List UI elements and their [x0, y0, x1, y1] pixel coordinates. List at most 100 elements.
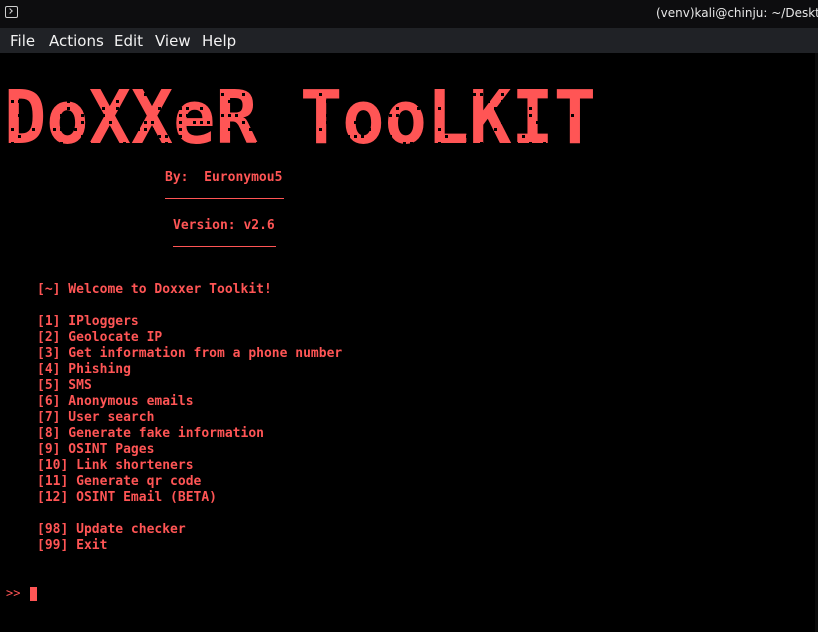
banner-pixel-gap [354, 121, 357, 124]
banner-pixel-gap [459, 114, 462, 117]
banner-pixel-gap [557, 100, 560, 103]
banner-pixel-gap [368, 86, 371, 89]
banner-pixel-gap [116, 100, 119, 103]
banner-pixel-gap [60, 142, 63, 145]
banner-pixel-gap [368, 79, 371, 82]
banner-pixel-gap [123, 79, 126, 82]
banner-pixel-gap [221, 93, 224, 96]
banner-pixel-gap [151, 128, 154, 131]
banner-pixel-gap [137, 121, 140, 124]
banner-pixel-gap [529, 107, 532, 110]
banner-pixel-gap [193, 121, 196, 124]
banner-pixel-gap [326, 114, 329, 117]
menu-view[interactable]: View [155, 32, 191, 50]
banner-pixel-gap [501, 79, 504, 82]
banner-pixel-gap [508, 100, 511, 103]
banner-pixel-gap [179, 135, 182, 138]
banner-pixel-gap [179, 114, 182, 117]
banner-pixel-gap [291, 100, 294, 103]
banner-pixel-gap [130, 86, 133, 89]
banner-pixel-gap [25, 107, 28, 110]
banner-pixel-gap [550, 135, 553, 138]
menu-help[interactable]: Help [202, 32, 236, 50]
banner-pixel-gap [235, 86, 238, 89]
banner-pixel-gap [18, 114, 21, 117]
banner-pixel-gap [228, 100, 231, 103]
menu-edit[interactable]: Edit [114, 32, 143, 50]
banner-pixel-gap [564, 121, 567, 124]
banner-pixel-gap [571, 149, 574, 152]
menu-option: [9] OSINT Pages [37, 442, 155, 457]
banner-pixel-gap [144, 121, 147, 124]
banner-pixel-gap [291, 114, 294, 117]
banner-pixel-gap [137, 128, 140, 131]
banner-pixel-gap [333, 121, 336, 124]
banner-pixel-gap [494, 128, 497, 131]
banner-pixel-gap [480, 86, 483, 89]
terminal-area[interactable]: DoXXeR TooLKITDoXXeR TooLKIT By: Euronym… [0, 53, 818, 632]
banner-pixel-gap [165, 135, 168, 138]
banner-pixel-gap [592, 149, 595, 152]
banner-pixel-gap [123, 142, 126, 145]
banner-pixel-gap [256, 142, 259, 145]
menu-option: [7] User search [37, 410, 155, 425]
banner-pixel-gap [361, 93, 364, 96]
version-underline [173, 246, 276, 247]
banner-pixel-gap [193, 79, 196, 82]
terminal-window: (venv)kali@chinju: ~/Desktop/ File Actio… [0, 0, 818, 632]
menu-actions[interactable]: Actions [49, 32, 104, 50]
banner-pixel-gap [529, 142, 532, 145]
banner-pixel-gap [172, 142, 175, 145]
banner-pixel-gap [585, 128, 588, 131]
banner-pixel-gap [354, 135, 357, 138]
banner-pixel-gap [53, 128, 56, 131]
banner-pixel-gap [207, 86, 210, 89]
banner-pixel-gap [375, 100, 378, 103]
banner-pixel-gap [368, 128, 371, 131]
banner-pixel-gap [375, 149, 378, 152]
ascii-banner: DoXXeR TooLKITDoXXeR TooLKIT [4, 75, 596, 157]
banner-pixel-gap [32, 128, 35, 131]
banner-pixel-gap [263, 135, 266, 138]
banner-pixel-gap [543, 142, 546, 145]
banner-pixel-gap [228, 79, 231, 82]
banner-pixel-gap [480, 93, 483, 96]
banner-pixel-gap [312, 149, 315, 152]
banner-pixel-gap [312, 128, 315, 131]
banner-pixel-gap [326, 121, 329, 124]
banner-pixel-gap [102, 114, 105, 117]
banner-pixel-gap [438, 142, 441, 145]
banner-pixel-gap [200, 93, 203, 96]
banner-pixel-gap [466, 107, 469, 110]
banner-pixel-gap [501, 93, 504, 96]
banner-pixel-gap [263, 114, 266, 117]
banner-pixel-gap [235, 100, 238, 103]
input-cursor[interactable] [30, 587, 37, 601]
banner-pixel-gap [179, 121, 182, 124]
banner-pixel-gap [431, 149, 434, 152]
menu-option: [4] Phishing [37, 362, 131, 377]
banner-pixel-gap [39, 149, 42, 152]
banner-pixel-gap [81, 121, 84, 124]
banner-pixel-gap [466, 100, 469, 103]
banner-pixel-gap [445, 93, 448, 96]
title-bar: (venv)kali@chinju: ~/Desktop/ [0, 0, 818, 28]
menu-file[interactable]: File [10, 32, 35, 50]
banner-pixel-gap [424, 128, 427, 131]
banner-pixel-gap [109, 121, 112, 124]
banner-pixel-gap [137, 86, 140, 89]
banner-pixel-gap [172, 107, 175, 110]
banner-pixel-gap [263, 128, 266, 131]
banner-pixel-gap [459, 86, 462, 89]
banner-pixel-gap [480, 142, 483, 145]
menu-option: [12] OSINT Email (BETA) [37, 490, 218, 505]
menu-option: [3] Get information from a phone number [37, 346, 343, 361]
banner-pixel-gap [403, 93, 406, 96]
banner-pixel-gap [410, 93, 413, 96]
banner-pixel-gap [60, 121, 63, 124]
banner-pixel-gap [193, 114, 196, 117]
banner-pixel-gap [249, 149, 252, 152]
banner-pixel-gap [172, 100, 175, 103]
banner-pixel-gap [88, 149, 91, 152]
banner-pixel-gap [501, 121, 504, 124]
